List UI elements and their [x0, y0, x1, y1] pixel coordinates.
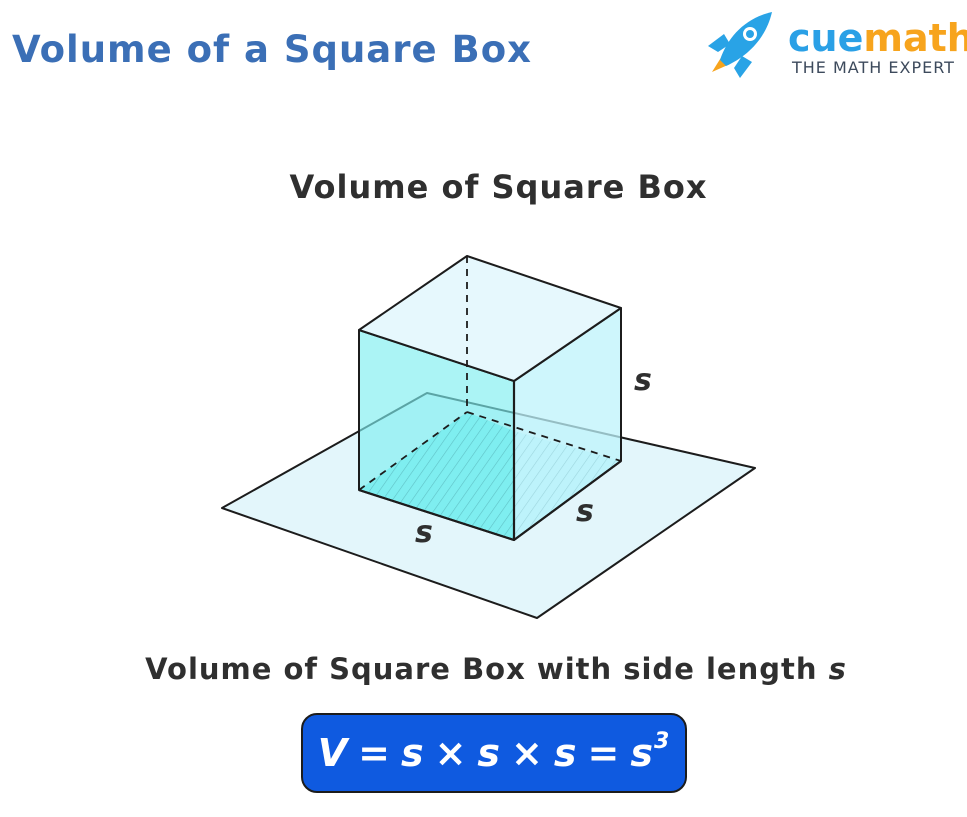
formula-lhs: V: [317, 731, 349, 775]
formula-equals: =: [358, 731, 391, 775]
formula-term-2: s: [477, 731, 502, 775]
rocket-icon: [708, 12, 772, 78]
diagram-title: Volume of Square Box: [289, 168, 708, 206]
depth-label: s: [576, 494, 594, 529]
formula-times-1: ×: [434, 731, 468, 775]
height-label: s: [634, 363, 652, 398]
width-label: s: [415, 515, 433, 550]
brand-name: cuemath: [788, 16, 967, 60]
formula-equals-2: =: [587, 731, 621, 775]
brand-name-math: math: [863, 16, 967, 60]
formula-times-2: ×: [511, 731, 544, 775]
formula-exponent: 3: [653, 729, 671, 755]
cuemath-logo: cuemath THE MATH EXPERT: [700, 6, 967, 86]
diagram-caption: Volume of Square Box with side length s: [0, 652, 967, 686]
square-box-diagram: [221, 255, 756, 619]
caption-text: Volume of Square Box with side length: [145, 652, 829, 686]
formula-result-base: s: [630, 731, 654, 775]
formula-term-3: s: [553, 731, 578, 775]
brand-tagline: THE MATH EXPERT: [792, 58, 955, 77]
page-title: Volume of a Square Box: [12, 28, 532, 71]
brand-name-cue: cue: [788, 16, 864, 60]
caption-variable: s: [828, 652, 847, 686]
volume-formula: V = s × s × s = s3: [317, 729, 671, 775]
formula-box: V = s × s × s = s3: [301, 713, 687, 793]
formula-term-1: s: [400, 731, 425, 775]
